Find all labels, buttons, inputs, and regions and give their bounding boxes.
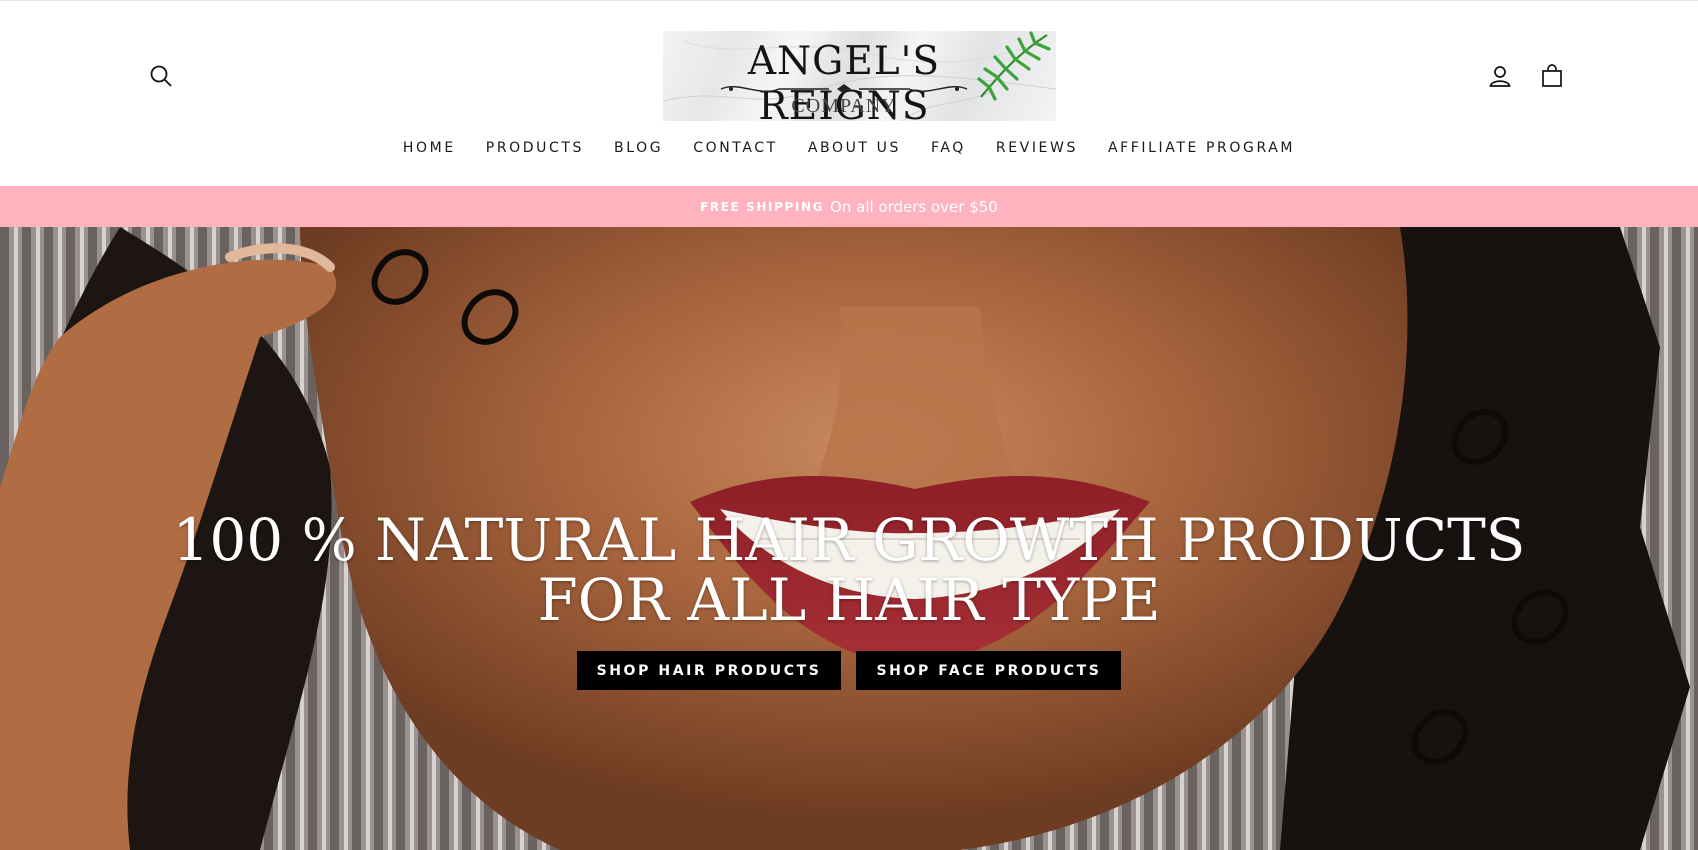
logo-subtitle: COMPANY	[791, 95, 897, 117]
announcement-text: On all orders over $50	[830, 197, 998, 216]
hero-banner: 100 % NATURAL HAIR GROWTH PRODUCTS FOR A…	[0, 227, 1698, 850]
announcement-bar: FREE SHIPPING On all orders over $50	[0, 186, 1698, 227]
site-logo[interactable]: ANGEL'S REIGNS COMPANY	[663, 31, 1056, 121]
nav-contact[interactable]: CONTACT	[693, 140, 778, 156]
nav-about-us[interactable]: ABOUT US	[808, 140, 901, 156]
palm-leaf-logo	[977, 31, 1051, 101]
site-header: ANGEL'S REIGNS COMPANY HOME PRODUCTS BLO…	[0, 0, 1698, 186]
announcement-highlight: FREE SHIPPING	[700, 199, 825, 214]
shopping-bag-icon[interactable]	[1535, 59, 1569, 93]
user-account-icon[interactable]	[1483, 59, 1517, 93]
nav-reviews[interactable]: REVIEWS	[996, 140, 1078, 156]
shop-hair-products-button[interactable]: SHOP HAIR PRODUCTS	[576, 651, 842, 690]
hero-title: 100 % NATURAL HAIR GROWTH PRODUCTS FOR A…	[0, 510, 1698, 630]
nav-affiliate-program[interactable]: AFFILIATE PROGRAM	[1108, 140, 1295, 156]
hero-buttons: SHOP HAIR PRODUCTS SHOP FACE PRODUCTS	[0, 651, 1698, 690]
hero-title-line2: FOR ALL HAIR TYPE	[537, 566, 1161, 634]
search-icon[interactable]	[144, 59, 178, 93]
main-navigation: HOME PRODUCTS BLOG CONTACT ABOUT US FAQ …	[0, 140, 1698, 156]
nav-products[interactable]: PRODUCTS	[486, 140, 584, 156]
hero-title-line1: 100 % NATURAL HAIR GROWTH PRODUCTS	[172, 506, 1526, 574]
shop-face-products-button[interactable]: SHOP FACE PRODUCTS	[856, 651, 1122, 690]
nav-home[interactable]: HOME	[403, 140, 456, 156]
nav-faq[interactable]: FAQ	[931, 140, 966, 156]
nav-blog[interactable]: BLOG	[614, 140, 663, 156]
